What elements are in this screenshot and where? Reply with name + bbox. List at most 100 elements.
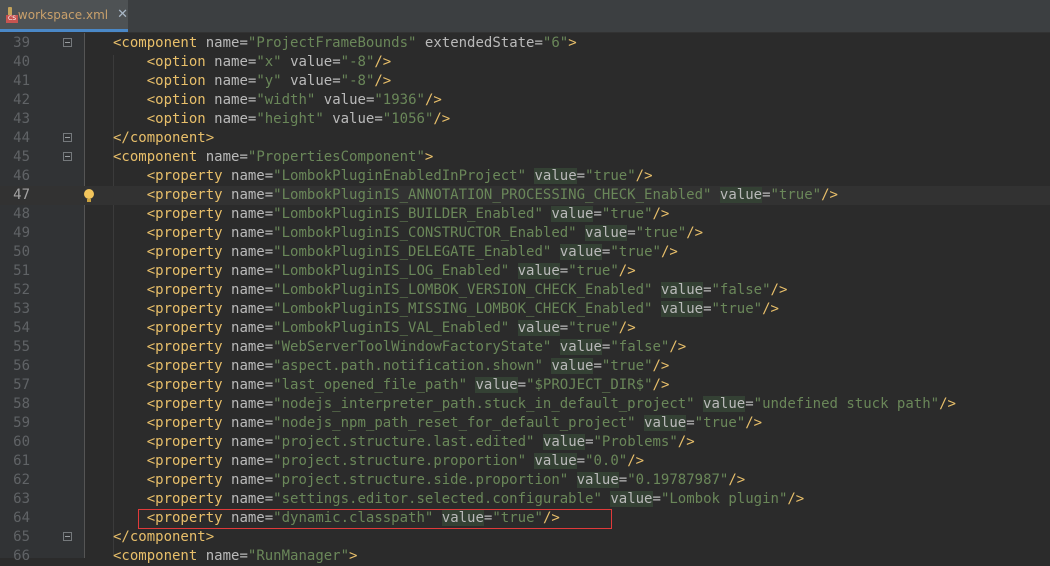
code-token: name (231, 282, 265, 298)
code-token: name (231, 491, 265, 507)
code-token: value (290, 54, 333, 70)
code-token: <property (146, 358, 223, 374)
code-token: = (264, 434, 274, 450)
code-token: "aspect.path.notification.shown" (273, 358, 543, 374)
code-token: "LombokPluginIS_MISSING_LOMBOK_CHECK_Ena… (273, 301, 653, 317)
code-text: <option name="y" value="-8"/> (113, 72, 392, 91)
close-icon[interactable]: ✕ (117, 7, 128, 22)
code-token: name (231, 434, 265, 450)
code-line[interactable]: 53 <property name="LombokPluginIS_MISSIN… (0, 300, 1050, 319)
code-line[interactable]: 63 <property name="settings.editor.selec… (0, 490, 1050, 509)
code-token: /> (660, 244, 678, 260)
fold-marker-icon[interactable] (63, 133, 72, 142)
code-line[interactable]: 52 <property name="LombokPluginIS_LOMBOK… (0, 281, 1050, 300)
code-text: <property name="last_opened_file_path" v… (113, 376, 669, 395)
code-token: = (264, 339, 274, 355)
code-token: value (542, 434, 586, 450)
lightbulb-icon[interactable] (84, 189, 94, 202)
code-line[interactable]: 46 <property name="LombokPluginEnabledIn… (0, 167, 1050, 186)
code-token: "project.structure.proportion" (273, 453, 527, 469)
code-line[interactable]: 58 <property name="nodejs_interpreter_pa… (0, 395, 1050, 414)
code-line[interactable]: 51 <property name="LombokPluginIS_LOG_En… (0, 262, 1050, 281)
code-token: <property (146, 225, 223, 241)
code-token: <component (113, 548, 198, 564)
code-line[interactable]: 62 <property name="project.structure.sid… (0, 471, 1050, 490)
code-line[interactable]: 54 <property name="LombokPluginIS_VAL_En… (0, 319, 1050, 338)
line-number: 50 (13, 244, 30, 260)
code-line[interactable]: 65 </component> (0, 528, 1050, 547)
code-line[interactable]: 39 <component name="ProjectFrameBounds" e… (0, 34, 1050, 53)
code-token: "settings.editor.selected.configurable" (273, 491, 602, 507)
code-text: <property name="WebServerToolWindowFacto… (113, 338, 686, 357)
code-line[interactable]: 55 <property name="WebServerToolWindowFa… (0, 338, 1050, 357)
code-token: value (290, 73, 333, 89)
code-line[interactable]: 45 <component name="PropertiesComponent"> (0, 148, 1050, 167)
fold-marker-icon[interactable] (63, 532, 72, 541)
code-token: /> (627, 453, 645, 469)
code-text: </component> (113, 528, 214, 547)
line-number: 63 (13, 491, 30, 507)
code-line[interactable]: 49 <property name="LombokPluginIS_CONSTR… (0, 224, 1050, 243)
code-token: /> (669, 339, 687, 355)
fold-marker-icon[interactable] (63, 152, 72, 161)
code-token: name (231, 187, 265, 203)
line-number: 45 (13, 149, 30, 165)
line-number: 60 (13, 434, 30, 450)
code-token: = (264, 377, 274, 393)
code-token: = (576, 168, 586, 184)
code-token: "1056" (382, 111, 434, 127)
code-line[interactable]: 60 <property name="project.structure.las… (0, 433, 1050, 452)
code-line[interactable]: 41 <option name="y" value="-8"/> (0, 72, 1050, 91)
code-line[interactable]: 66 <component name="RunManager"> (0, 547, 1050, 566)
code-token: name (231, 244, 265, 260)
code-token: value (534, 168, 577, 184)
code-line[interactable]: 48 <property name="LombokPluginIS_BUILDE… (0, 205, 1050, 224)
code-line[interactable]: 40 <option name="x" value="-8"/> (0, 53, 1050, 72)
code-line[interactable]: 44 </component> (0, 129, 1050, 148)
code-token: "project.structure.side.proportion" (273, 472, 569, 488)
code-token: <property (146, 320, 223, 336)
code-token: = (559, 320, 569, 336)
tab-workspace-xml[interactable]: CS workspace.xml ✕ (0, 0, 128, 32)
code-token: "true" (610, 244, 661, 260)
code-text: <property name="LombokPluginIS_BUILDER_E… (113, 205, 669, 224)
line-number: 51 (13, 263, 30, 279)
code-token: <property (146, 377, 223, 393)
code-line[interactable]: 61 <property name="project.structure.pro… (0, 452, 1050, 471)
fold-marker-icon[interactable] (63, 38, 72, 47)
code-text: <property name="LombokPluginIS_DELEGATE_… (113, 243, 678, 262)
line-number: 55 (13, 339, 30, 355)
code-line[interactable]: 47 <property name="LombokPluginIS_ANNOTA… (0, 186, 1050, 205)
code-line[interactable]: 43 <option name="height" value="1056"/> (0, 110, 1050, 129)
code-token: "nodejs_npm_path_reset_for_default_proje… (273, 415, 636, 431)
code-line[interactable]: 57 <property name="last_opened_file_path… (0, 376, 1050, 395)
code-token: name (231, 415, 265, 431)
code-token: /> (728, 472, 746, 488)
line-number: 59 (13, 415, 30, 431)
code-token: > (568, 35, 577, 51)
code-line[interactable]: 56 <property name="aspect.path.notificat… (0, 357, 1050, 376)
code-line[interactable]: 42 <option name="width" value="1936"/> (0, 91, 1050, 110)
code-token: "WebServerToolWindowFactoryState" (273, 339, 552, 355)
line-number: 53 (13, 301, 30, 317)
code-editor[interactable]: 39 <component name="ProjectFrameBounds" e… (0, 33, 1050, 564)
code-line[interactable]: 59 <property name="nodejs_npm_path_reset… (0, 414, 1050, 433)
code-token: /> (677, 434, 695, 450)
code-text: <property name="aspect.path.notification… (113, 357, 669, 376)
code-token: = (239, 35, 248, 51)
code-text: <property name="LombokPluginIS_LOMBOK_VE… (113, 281, 787, 300)
code-token: <property (146, 263, 223, 279)
code-token: = (576, 453, 586, 469)
xml-file-icon: CS (6, 7, 18, 23)
code-line[interactable]: 50 <property name="LombokPluginIS_DELEGA… (0, 243, 1050, 262)
